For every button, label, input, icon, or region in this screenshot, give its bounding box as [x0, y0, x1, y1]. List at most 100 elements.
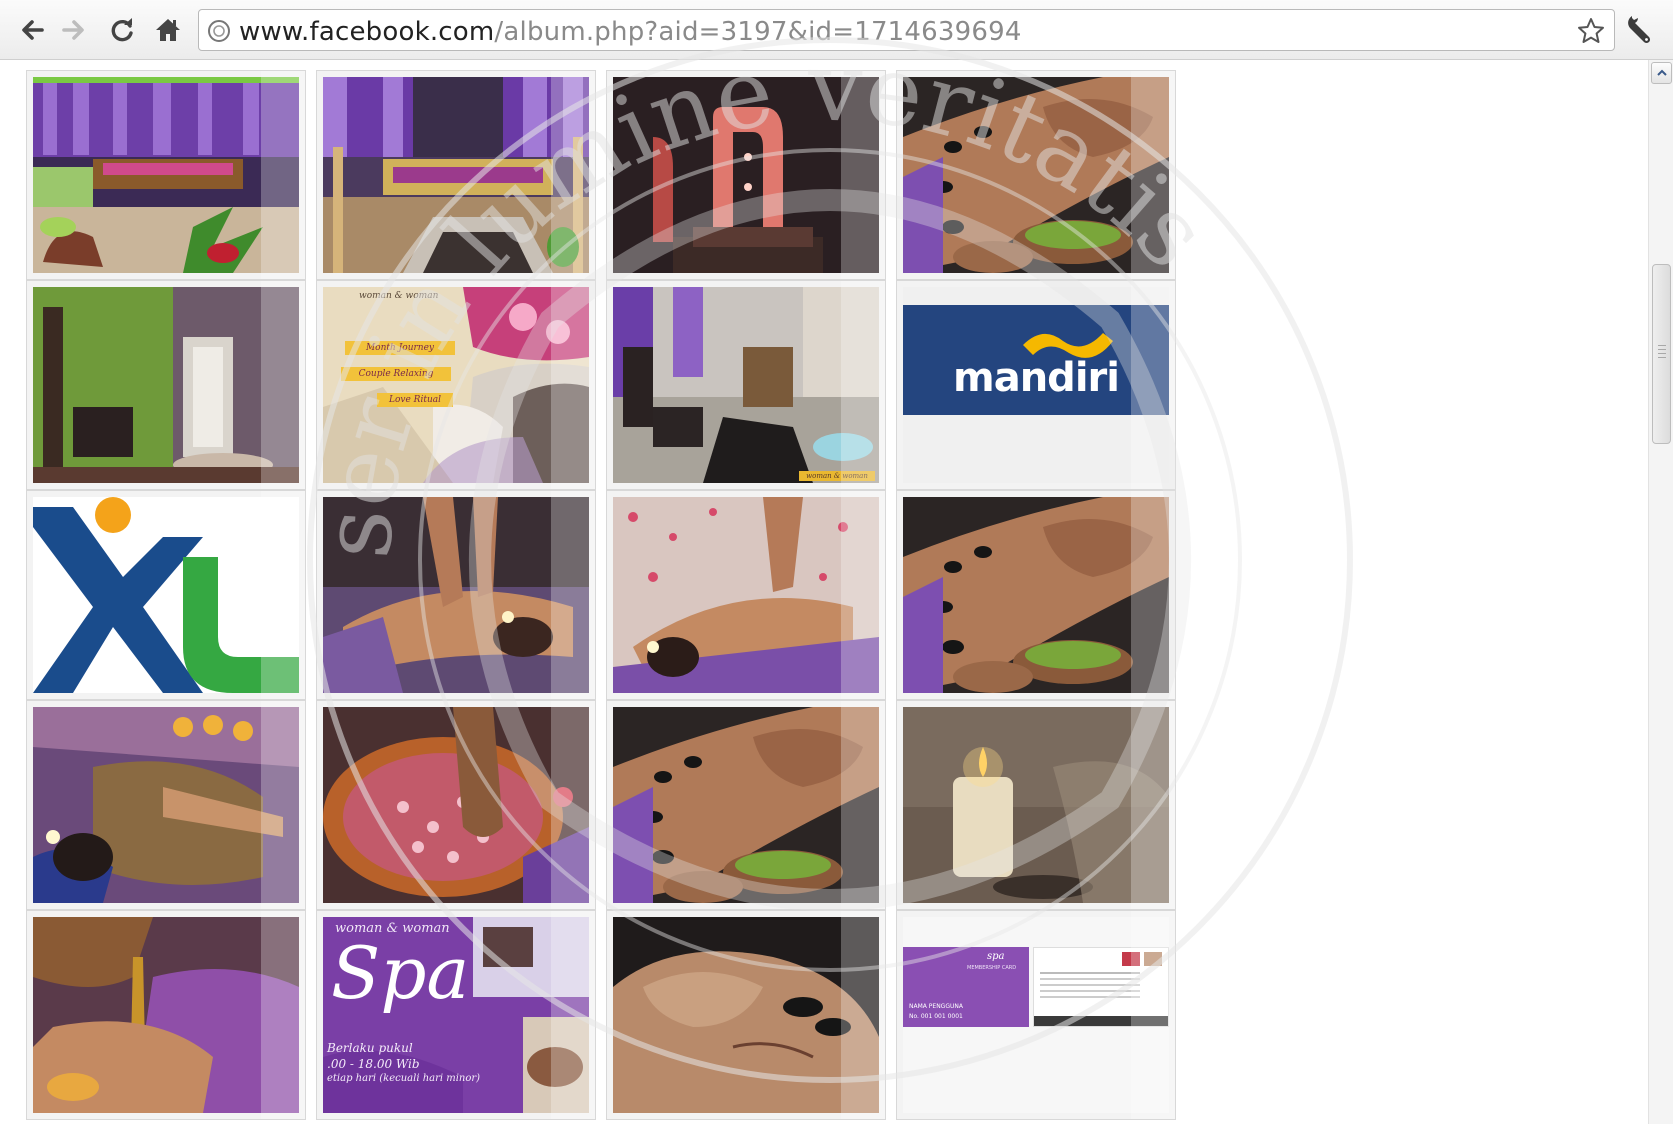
photo-membership-card: spa MEMBERSHIP CARD NAMA PENGGUNA No. 00… — [903, 917, 1169, 1113]
reload-button[interactable] — [104, 10, 140, 50]
photo-thumbnail[interactable] — [606, 910, 886, 1120]
photo-scrub-massage — [33, 707, 299, 903]
card-text-lines — [1040, 972, 1140, 974]
forward-arrow-icon — [62, 20, 84, 40]
photo-overlay — [551, 491, 595, 699]
photo-overlay — [841, 71, 885, 279]
photo-overlay — [261, 71, 305, 279]
mandiri-banner: mandiri — [903, 305, 1169, 415]
photo-thumbnail[interactable]: woman & woman — [606, 280, 886, 490]
photo-overlay — [261, 491, 305, 699]
photo-candle — [903, 707, 1169, 903]
photo-overlay — [261, 281, 305, 489]
photo-spa-promo-flyer: woman & woman Month Journey Couple Relax… — [323, 287, 589, 483]
flyer-label: Love Ritual — [377, 393, 453, 407]
home-button[interactable] — [150, 10, 186, 50]
flyer-brand: woman & woman — [359, 291, 439, 301]
photo-oil-pouring — [33, 917, 299, 1113]
card-heading: MEMBERSHIP CARD — [967, 965, 1017, 971]
photo-purple-curtain-lounge — [33, 77, 299, 273]
page-content: woman & woman Month Journey Couple Relax… — [0, 60, 1648, 1124]
photo-thumbnail[interactable] — [316, 700, 596, 910]
photo-salon-interior: woman & woman — [613, 287, 879, 483]
photo-xl-logo — [33, 497, 299, 693]
membership-card-front: spa MEMBERSHIP CARD NAMA PENGGUNA No. 00… — [903, 947, 1029, 1027]
photo-hot-stone-massage — [903, 77, 1169, 273]
photo-thumbnail[interactable]: spa MEMBERSHIP CARD NAMA PENGGUNA No. 00… — [896, 910, 1176, 1120]
card-number: No. 001 001 0001 — [909, 1013, 963, 1020]
salon-artwork — [613, 287, 879, 483]
photo-back-massage — [323, 497, 589, 693]
photo-thumbnail[interactable] — [26, 700, 306, 910]
url-host: www.facebook.com — [239, 17, 495, 47]
poster-line: Berlaku pukul — [327, 1041, 413, 1055]
photo-overlay — [841, 701, 885, 909]
photo-mandiri-logo: mandiri — [903, 287, 1169, 483]
reload-icon — [111, 18, 133, 42]
photo-thumbnail[interactable] — [896, 490, 1176, 700]
photo-overlay — [1131, 911, 1175, 1119]
photo-overlay — [1131, 71, 1175, 279]
photo-overlay — [841, 911, 885, 1119]
photo-thumbnail[interactable]: mandiri — [896, 280, 1176, 490]
photo-green-wall-bath-room — [33, 287, 299, 483]
photo-flower-foot-bath — [323, 707, 589, 903]
photo-overlay — [551, 701, 595, 909]
photo-thumbnail[interactable] — [26, 490, 306, 700]
scroll-up-button[interactable] — [1651, 62, 1672, 84]
page-globe-icon — [208, 20, 230, 42]
photo-hot-stone-massage — [613, 707, 879, 903]
card-holder: NAMA PENGGUNA — [909, 1003, 963, 1010]
home-icon — [156, 19, 180, 41]
photo-overlay — [551, 71, 595, 279]
photo-overlay — [1131, 701, 1175, 909]
forward-button[interactable] — [56, 10, 92, 50]
photo-thumbnail[interactable] — [606, 490, 886, 700]
back-button[interactable] — [14, 10, 50, 50]
photo-flower-massage — [613, 497, 879, 693]
flyer-label: Month Journey — [345, 341, 455, 355]
photo-overlay — [1131, 281, 1175, 489]
scroll-thumb[interactable] — [1652, 264, 1671, 444]
photo-overlay — [261, 701, 305, 909]
photo-thumbnail[interactable] — [896, 70, 1176, 280]
photo-spa-poster: woman & woman Spa Berlaku pukul .00 - 18… — [323, 917, 589, 1113]
flyer-label: Couple Relaxing — [341, 367, 451, 381]
photo-spa-bed-room — [323, 77, 589, 273]
vertical-scrollbar[interactable] — [1648, 60, 1673, 1124]
photo-thumbnail[interactable] — [316, 70, 596, 280]
photo-overlay — [551, 281, 595, 489]
star-icon[interactable] — [1576, 16, 1606, 46]
wrench-icon[interactable] — [1624, 12, 1660, 48]
poster-line: .00 - 18.00 Wib — [327, 1057, 420, 1071]
photo-red-glowing-sculpture — [613, 77, 879, 273]
browser-toolbar: www.facebook.com/album.php?aid=3197&id=1… — [0, 0, 1673, 60]
photo-thumbnail[interactable] — [606, 70, 886, 280]
back-arrow-icon — [22, 20, 44, 40]
url-text: www.facebook.com/album.php?aid=3197&id=1… — [239, 17, 1022, 47]
photo-face-stones — [613, 917, 879, 1113]
photo-overlay — [1131, 491, 1175, 699]
photo-thumbnail[interactable] — [896, 700, 1176, 910]
poster-line: etiap hari (kecuali hari minor) — [327, 1073, 481, 1084]
scroll-grip — [1658, 345, 1666, 346]
poster-title: Spa — [331, 931, 470, 1015]
photo-overlay — [261, 911, 305, 1119]
photo-thumbnail[interactable]: woman & woman Spa Berlaku pukul .00 - 18… — [316, 910, 596, 1120]
photo-overlay — [841, 281, 885, 489]
flyer-artwork — [323, 287, 589, 483]
chevron-up-icon — [1656, 69, 1667, 76]
photo-thumbnail[interactable] — [26, 910, 306, 1120]
photo-thumbnail[interactable] — [26, 70, 306, 280]
url-path: /album.php?aid=3197&id=1714639694 — [494, 17, 1022, 47]
mandiri-wordmark: mandiri — [953, 355, 1120, 401]
photo-thumbnail[interactable] — [316, 490, 596, 700]
address-bar[interactable]: www.facebook.com/album.php?aid=3197&id=1… — [198, 9, 1615, 51]
card-brand: spa — [987, 951, 1005, 962]
photo-thumbnail[interactable] — [26, 280, 306, 490]
photo-hot-stone-massage — [903, 497, 1169, 693]
photo-overlay — [551, 911, 595, 1119]
photo-overlay — [841, 491, 885, 699]
photo-thumbnail[interactable]: woman & woman Month Journey Couple Relax… — [316, 280, 596, 490]
photo-thumbnail[interactable] — [606, 700, 886, 910]
